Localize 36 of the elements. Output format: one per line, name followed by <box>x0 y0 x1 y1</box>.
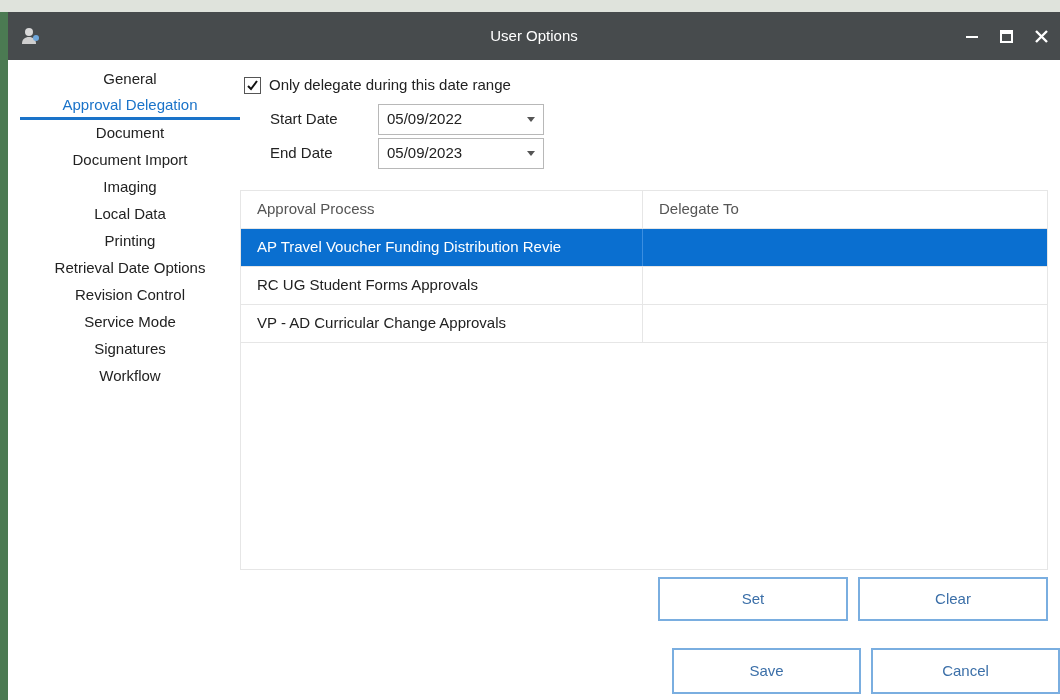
sidebar-item[interactable]: Imaging <box>20 174 240 201</box>
table-action-button[interactable]: Clear <box>858 577 1048 621</box>
sidebar-item[interactable]: Document Import <box>20 147 240 174</box>
sidebar-item[interactable]: General <box>20 66 240 93</box>
sidebar-item[interactable]: Workflow <box>20 363 240 390</box>
table-cell: RC UG Student Forms Approvals <box>241 267 643 304</box>
table-row[interactable]: RC UG Student Forms Approvals <box>241 267 1047 305</box>
checkbox[interactable] <box>244 76 261 94</box>
date-field[interactable]: 05/09/2022 <box>378 103 544 135</box>
user-icon <box>20 25 42 47</box>
table-row[interactable]: AP Travel Voucher Funding Distribution Revie <box>241 229 1047 267</box>
sidebar-item[interactable]: Printing <box>20 228 240 255</box>
window-title: User Options <box>490 25 578 46</box>
sidebar-item[interactable]: Local Data <box>20 201 240 228</box>
date-field[interactable]: 05/09/2023 <box>378 137 544 169</box>
column-header[interactable]: Delegate To <box>643 191 1047 228</box>
sidebar-item[interactable]: Approval Delegation <box>20 93 240 120</box>
close-icon[interactable] <box>1035 29 1048 43</box>
sidebar-item[interactable]: Signatures <box>20 336 240 363</box>
checkbox-label: Only delegate during this date range <box>269 74 511 95</box>
date-label: Start Date <box>270 108 339 129</box>
maximize-icon[interactable] <box>1000 29 1013 43</box>
column-header[interactable]: Approval Process <box>241 191 643 228</box>
table-cell: AP Travel Voucher Funding Distribution Revie <box>241 229 643 266</box>
table-cell: VP - AD Curricular Change Approvals <box>241 305 643 342</box>
sidebar-item[interactable]: Service Mode <box>20 309 240 336</box>
dialog-button[interactable]: Save <box>672 648 861 694</box>
sidebar-item[interactable]: Document <box>20 120 240 147</box>
dropdown-caret-icon <box>527 116 535 122</box>
sidebar-item[interactable]: Retrieval Date Options <box>20 255 240 282</box>
date-label: End Date <box>270 142 334 163</box>
dropdown-caret-icon <box>527 150 535 156</box>
dialog-button[interactable]: Cancel <box>871 648 1060 694</box>
table-action-button[interactable]: Set <box>658 577 848 621</box>
table-row[interactable]: VP - AD Curricular Change Approvals <box>241 305 1047 343</box>
sidebar-item[interactable]: Revision Control <box>20 282 240 309</box>
